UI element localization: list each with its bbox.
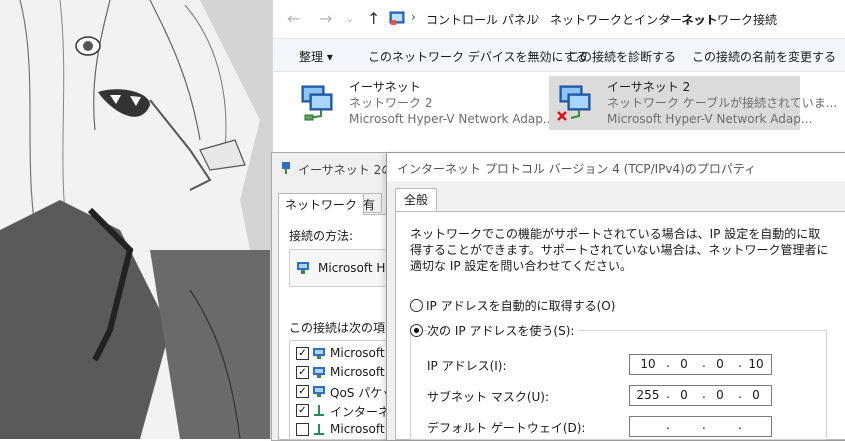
ipv4-properties-dialog: インターネット プロトコル バージョン 4 (TCP/IPv4)のプロパティ 全…: [386, 152, 845, 441]
default-gateway-label: デフォルト ゲートウェイ(D):: [427, 421, 586, 435]
qos-icon: [312, 384, 326, 398]
octet: 10: [748, 357, 764, 371]
dialog-title: インターネット プロトコル バージョン 4 (TCP/IPv4)のプロパティ: [397, 162, 757, 176]
diagnose-connection-button[interactable]: この接続を診断する: [568, 48, 676, 65]
component-label: Microsoft: [330, 422, 385, 436]
protocol-icon: [312, 422, 326, 436]
back-arrow-icon[interactable]: ←: [287, 9, 300, 28]
dialog-titlebar: インターネット プロトコル バージョン 4 (TCP/IPv4)のプロパティ: [387, 153, 845, 181]
component-label: Microsoft: [330, 346, 385, 360]
octet: 0: [716, 357, 724, 371]
connect-using-label: 接続の方法:: [289, 229, 354, 243]
adapter-ethernet-2[interactable]: イーサネット 2 ネットワーク ケーブルが接続されていま... Microsof…: [549, 76, 837, 130]
organize-button[interactable]: 整理 ▾: [299, 48, 333, 65]
up-arrow-icon[interactable]: ↑: [367, 9, 380, 28]
component-label: Microsoft: [330, 365, 385, 379]
recent-locations-icon[interactable]: ⌄: [345, 12, 354, 25]
rename-connection-button[interactable]: この接続の名前を変更する: [692, 48, 836, 65]
octet: 0: [752, 388, 760, 402]
checkbox[interactable]: ✓: [296, 347, 309, 360]
protocol-icon: [312, 403, 326, 417]
checkbox[interactable]: ✓: [296, 366, 309, 379]
network-adapter-icon: [280, 161, 292, 175]
octet: 0: [716, 388, 724, 402]
forward-arrow-icon[interactable]: →: [319, 9, 332, 28]
adapter-ethernet[interactable]: イーサネット ネットワーク 2 Microsoft Hyper-V Networ…: [291, 76, 554, 130]
manual-ip-group: 次の IP アドレスを使う(S): IP アドレス(I): 10 . 0 . 0…: [410, 322, 827, 440]
manual-ip-radio[interactable]: [410, 324, 423, 337]
checkbox[interactable]: ✓: [296, 385, 309, 398]
control-panel-icon: [389, 10, 405, 26]
octet: 10: [640, 357, 656, 371]
auto-ip-radio[interactable]: [410, 299, 423, 312]
network-connections-window: ← → ⌄ ↑ › コントロール パネル › ネットワークとインターネット › …: [272, 0, 845, 160]
tab-networking[interactable]: ネットワーク: [278, 193, 365, 215]
network-client-icon: [312, 346, 326, 360]
description-text: ネットワークでこの機能がサポートされている場合は、IP 設定を自動的に取得するこ…: [410, 227, 829, 273]
adapter-name: Microsoft H: [318, 261, 386, 275]
ip-address-input[interactable]: 10 . 0 . 0 . 10: [629, 354, 772, 375]
adapter-status: ネットワーク ケーブルが接続されていま...: [607, 96, 838, 110]
breadcrumb-separator-icon: ›: [535, 10, 540, 24]
breadcrumb-separator-icon: ›: [666, 10, 671, 24]
breadcrumb-network-connections[interactable]: ネットワーク接続: [681, 11, 777, 28]
ethernet-properties-dialog: イーサネット 2のプロパ ネットワーク 共有 接続の方法: Microsoft …: [271, 152, 429, 441]
general-tab-panel: ネットワークでこの機能がサポートされている場合は、IP 設定を自動的に取得するこ…: [395, 211, 845, 440]
octet: 255: [636, 388, 660, 402]
adapter-status: ネットワーク 2: [349, 96, 433, 110]
network-service-icon: [312, 365, 326, 379]
octet-separator: .: [702, 418, 706, 432]
octet-separator: .: [738, 418, 742, 432]
disable-device-button[interactable]: このネットワーク デバイスを無効にする: [368, 48, 588, 65]
address-bar: ← → ⌄ ↑ › コントロール パネル › ネットワークとインターネット › …: [273, 0, 845, 38]
ip-address-label: IP アドレス(I):: [427, 359, 507, 373]
adapter-device: Microsoft Hyper-V Network Adap...: [607, 112, 813, 126]
adapter-name: イーサネット: [349, 80, 421, 94]
auto-ip-label[interactable]: IP アドレスを自動的に取得する(O): [426, 297, 615, 314]
network-adapter-icon: [299, 82, 335, 122]
default-gateway-input[interactable]: . . .: [629, 416, 772, 437]
subnet-mask-label: サブネット マスク(U):: [427, 390, 550, 404]
checkbox[interactable]: [296, 423, 309, 436]
octet: 0: [680, 388, 688, 402]
components-label: この接続は次の項目: [289, 321, 398, 335]
checkbox[interactable]: ✓: [296, 404, 309, 417]
networking-tab-panel: 接続の方法: Microsoft H この接続は次の項目 ✓ Microsoft…: [278, 214, 414, 440]
octet: 0: [680, 357, 688, 371]
octet-separator: .: [666, 418, 670, 432]
manual-ip-label[interactable]: 次の IP アドレスを使う(S):: [427, 322, 579, 339]
breadcrumb-control-panel[interactable]: コントロール パネル: [426, 11, 538, 28]
subnet-mask-input[interactable]: 255 . 0 . 0 . 0: [629, 385, 772, 406]
adapter-name: イーサネット 2: [607, 80, 691, 94]
network-adapter-disconnected-icon: [557, 82, 593, 122]
command-bar: 整理 ▾ このネットワーク デバイスを無効にする この接続を診断する この接続の…: [273, 38, 845, 72]
breadcrumb-separator-icon: ›: [411, 10, 416, 24]
network-adapter-icon: [296, 261, 310, 275]
adapter-device: Microsoft Hyper-V Network Adap...: [349, 112, 555, 126]
tab-general[interactable]: 全般: [395, 188, 437, 212]
